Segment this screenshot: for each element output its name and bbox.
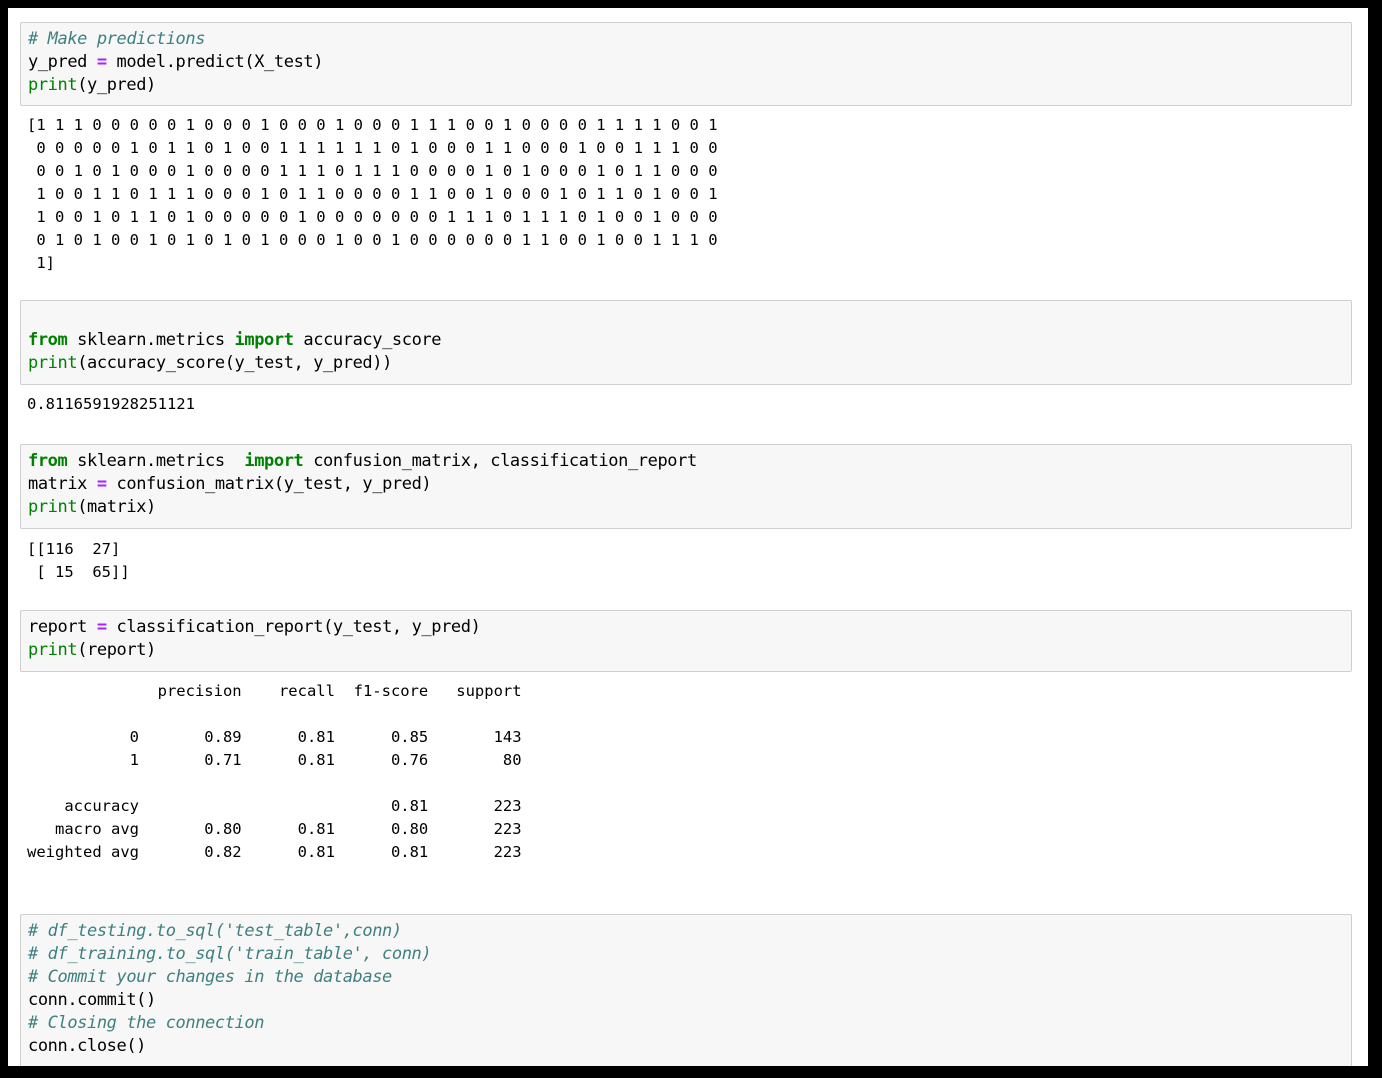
- code-line: # Make predictions: [28, 29, 206, 49]
- report-row: 0 0.89 0.81 0.85 143: [27, 728, 522, 746]
- report-row: accuracy 0.81 223: [27, 797, 522, 815]
- code-line: conn.close(): [28, 1036, 147, 1056]
- output-line: 0.8116591928251121: [27, 395, 195, 413]
- code-editor[interactable]: # Make predictions y_pred = model.predict…: [28, 28, 1345, 97]
- output-line: [[116 27]: [27, 540, 121, 558]
- code-line: print(accuracy_score(y_test, y_pred)): [28, 353, 392, 373]
- output-line: ​: [27, 772, 1347, 795]
- code-cell-predict[interactable]: # Make predictions y_pred = model.predict…: [20, 22, 1352, 106]
- output-classification-report: precision recall f1-score support ​ 0 0.8…: [27, 680, 1347, 864]
- code-line: from sklearn.metrics import accuracy_sco…: [28, 330, 442, 350]
- code-line: print(report): [28, 640, 156, 660]
- code-line: report = classification_report(y_test, y…: [28, 617, 481, 637]
- code-cell-classification-report[interactable]: report = classification_report(y_test, y…: [20, 610, 1352, 672]
- output-accuracy: 0.8116591928251121: [27, 393, 1347, 416]
- output-line: [1 1 1 0 0 0 0 0 1 0 0 0 1 0 0 0 1 0 0 0…: [27, 116, 718, 134]
- code-line: # Closing the connection: [28, 1013, 265, 1033]
- output-line: 1]: [27, 254, 55, 272]
- output-predict: [1 1 1 0 0 0 0 0 1 0 0 0 1 0 0 0 1 0 0 0…: [27, 114, 1347, 275]
- code-line: print(matrix): [28, 497, 156, 517]
- code-line: matrix = confusion_matrix(y_test, y_pred…: [28, 474, 432, 494]
- report-row: weighted avg 0.82 0.81 0.81 223: [27, 843, 522, 861]
- code-line: print(y_pred): [28, 75, 156, 95]
- code-line: from sklearn.metrics import confusion_ma…: [28, 451, 697, 471]
- code-line: conn.commit(): [28, 990, 156, 1010]
- code-line: # Commit your changes in the database: [28, 967, 392, 987]
- code-line: y_pred = model.predict(X_test): [28, 52, 324, 72]
- output-line: 1 0 0 1 1 0 1 1 1 0 0 0 1 0 1 1 0 0 0 0 …: [27, 185, 718, 203]
- code-cell-database[interactable]: # df_testing.to_sql('test_table',conn) # …: [20, 914, 1352, 1066]
- code-cell-accuracy[interactable]: ​from sklearn.metrics import accuracy_sc…: [20, 300, 1352, 385]
- output-line: 1 0 0 1 0 1 1 0 1 0 0 0 0 0 1 0 0 0 0 0 …: [27, 208, 718, 226]
- output-line: 0 1 0 1 0 0 1 0 1 0 1 0 1 0 0 0 1 0 0 1 …: [27, 231, 718, 249]
- code-line: ​: [28, 306, 1345, 329]
- output-confusion-matrix: [[116 27] [ 15 65]]: [27, 538, 1347, 584]
- code-editor[interactable]: ​from sklearn.metrics import accuracy_sc…: [28, 306, 1345, 375]
- output-line: 0 0 0 0 0 1 0 1 1 0 1 0 0 1 1 1 1 1 1 0 …: [27, 139, 718, 157]
- code-cell-confusion-matrix[interactable]: from sklearn.metrics import confusion_ma…: [20, 444, 1352, 529]
- notebook-frame: # Make predictions y_pred = model.predict…: [8, 8, 1368, 1066]
- output-line: 0 0 1 0 1 0 0 0 1 0 0 0 0 1 1 1 0 1 1 1 …: [27, 162, 718, 180]
- report-row: 1 0.71 0.81 0.76 80: [27, 751, 522, 769]
- report-header: precision recall f1-score support: [27, 682, 522, 700]
- code-editor[interactable]: # df_testing.to_sql('test_table',conn) # …: [28, 920, 1345, 1058]
- code-editor[interactable]: report = classification_report(y_test, y…: [28, 616, 1345, 662]
- output-line: ​: [27, 703, 1347, 726]
- code-line: # df_training.to_sql('train_table', conn…: [28, 944, 432, 964]
- code-line: # df_testing.to_sql('test_table',conn): [28, 921, 402, 941]
- report-row: macro avg 0.80 0.81 0.80 223: [27, 820, 522, 838]
- code-editor[interactable]: from sklearn.metrics import confusion_ma…: [28, 450, 1345, 519]
- output-line: [ 15 65]]: [27, 563, 130, 581]
